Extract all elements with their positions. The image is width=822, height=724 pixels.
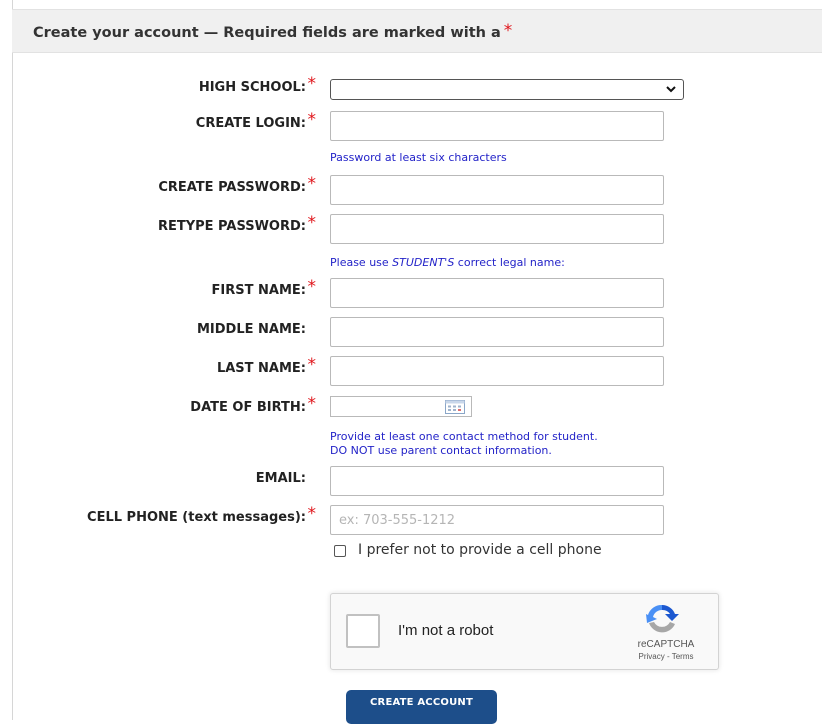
retype-password-field[interactable] xyxy=(330,214,664,244)
create-login-field[interactable] xyxy=(330,111,664,141)
last-name-input[interactable] xyxy=(331,357,663,385)
email-label: EMAIL: xyxy=(255,471,306,486)
middle-name-field[interactable] xyxy=(330,317,664,347)
required-mark: * xyxy=(503,21,513,41)
create-password-input[interactable] xyxy=(331,176,663,204)
form-header: Create your account — Required fields ar… xyxy=(12,9,822,53)
required-mark: * xyxy=(307,355,317,375)
calendar-icon[interactable] xyxy=(445,400,465,414)
required-mark: * xyxy=(307,110,317,130)
recaptcha-links[interactable]: Privacy - Terms xyxy=(621,652,711,661)
date-of-birth-label: DATE OF BIRTH: * xyxy=(190,394,316,415)
middle-name-label: MIDDLE NAME: xyxy=(196,322,306,337)
required-mark: * xyxy=(307,174,317,194)
required-mark: * xyxy=(307,74,317,94)
contact-hint-2: DO NOT use parent contact information. xyxy=(330,444,552,457)
recaptcha-logo-icon xyxy=(646,604,679,633)
retype-password-input[interactable] xyxy=(331,215,663,243)
middle-name-input[interactable] xyxy=(331,318,663,346)
cell-phone-field[interactable] xyxy=(330,505,664,535)
required-mark: * xyxy=(307,213,317,233)
last-name-label: LAST NAME: * xyxy=(216,355,316,376)
create-login-input[interactable] xyxy=(331,112,663,140)
chevron-down-icon xyxy=(666,86,676,93)
recaptcha-widget: I'm not a robot reCAPTCHA Privacy - Term… xyxy=(330,593,719,670)
required-mark: * xyxy=(307,504,317,524)
create-login-label: CREATE LOGIN: * xyxy=(195,110,316,131)
create-password-label: CREATE PASSWORD: * xyxy=(158,174,316,195)
contact-hint-1: Provide at least one contact method for … xyxy=(330,430,598,443)
legal-name-hint: Please use STUDENT'S correct legal name: xyxy=(330,256,565,269)
required-mark: * xyxy=(307,277,317,297)
no-cell-phone-checkbox[interactable] xyxy=(334,545,346,557)
cell-phone-input[interactable] xyxy=(331,506,663,534)
first-name-field[interactable] xyxy=(330,278,664,308)
password-hint: Password at least six characters xyxy=(330,151,507,164)
recaptcha-brand: reCAPTCHA xyxy=(637,639,695,650)
email-field[interactable] xyxy=(330,466,664,496)
no-cell-phone-label[interactable]: I prefer not to provide a cell phone xyxy=(358,542,602,558)
recaptcha-label: I'm not a robot xyxy=(398,622,494,639)
recaptcha-checkbox[interactable] xyxy=(346,614,380,648)
form-title: Create your account — Required fields ar… xyxy=(33,21,513,41)
high-school-select[interactable] xyxy=(330,79,684,100)
required-mark: * xyxy=(307,394,317,414)
create-account-button[interactable]: CREATE ACCOUNT xyxy=(346,690,497,724)
create-password-field[interactable] xyxy=(330,175,664,205)
high-school-label: HIGH SCHOOL: * xyxy=(198,74,316,95)
retype-password-label: RETYPE PASSWORD: * xyxy=(157,213,316,234)
first-name-label: FIRST NAME: * xyxy=(211,277,316,298)
cell-phone-label: CELL PHONE (text messages): * xyxy=(87,504,316,525)
email-input[interactable] xyxy=(331,467,663,495)
last-name-field[interactable] xyxy=(330,356,664,386)
legal-name-hint-emphasis: STUDENT'S xyxy=(392,256,455,269)
first-name-input[interactable] xyxy=(331,279,663,307)
